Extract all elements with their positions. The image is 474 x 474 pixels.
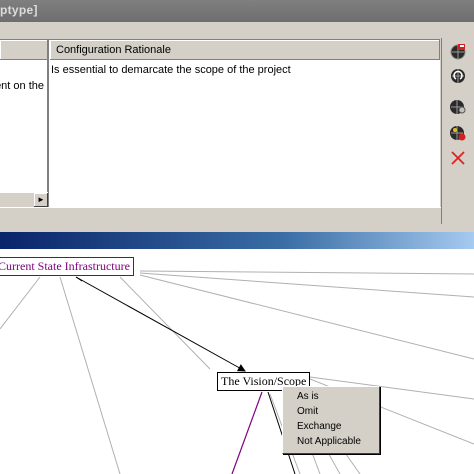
menu-item-exchange[interactable]: Exchange <box>297 421 341 432</box>
rationale-text: Is essential to demarcate the scope of t… <box>51 64 291 76</box>
column-header-left[interactable] <box>0 40 48 60</box>
link-line <box>59 276 121 474</box>
node-current-state-infrastructure[interactable]: Current State Infrastructure <box>0 257 134 276</box>
horizontal-scrollbar[interactable]: ► <box>0 192 48 207</box>
link-line <box>0 276 41 330</box>
diagram-canvas[interactable]: Current State Infrastructure The Vision/… <box>0 249 474 474</box>
link-line <box>139 274 474 360</box>
globe-refresh-icon[interactable] <box>447 65 469 87</box>
panel-footer <box>0 207 441 226</box>
diagram-links <box>0 270 474 474</box>
window-title-bar: ptype] <box>0 0 474 22</box>
configuration-grid: Configuration Rationale ent on the Is es… <box>0 39 440 209</box>
splitter-bar[interactable] <box>0 232 474 249</box>
link-line <box>119 276 211 370</box>
menu-item-as-is[interactable]: As is <box>297 391 319 402</box>
arrow-link <box>75 276 83 282</box>
window-title: ptype] <box>0 3 38 17</box>
scroll-right-icon[interactable]: ► <box>34 193 48 207</box>
vertical-toolbar <box>441 38 472 224</box>
context-menu: As is Omit Exchange Not Applicable <box>282 386 380 454</box>
arrow-link <box>75 276 246 372</box>
save-globe-icon[interactable] <box>447 41 469 63</box>
grid-cell-left[interactable]: ent on the <box>0 60 48 192</box>
column-header-configuration-rationale[interactable]: Configuration Rationale <box>50 40 440 60</box>
link-line-purple <box>231 391 263 474</box>
delete-icon[interactable] <box>447 147 469 169</box>
globe-gear-icon[interactable] <box>447 96 469 118</box>
grid-cell-rationale[interactable]: Is essential to demarcate the scope of t… <box>50 60 438 206</box>
link-line <box>139 272 474 298</box>
column-header-label: Configuration Rationale <box>56 44 171 56</box>
menu-item-omit[interactable]: Omit <box>297 406 318 417</box>
globe-add-icon[interactable] <box>447 122 469 144</box>
cell-left-text: ent on the <box>0 80 44 92</box>
link-line <box>139 270 474 275</box>
menu-item-not-applicable[interactable]: Not Applicable <box>297 436 361 447</box>
